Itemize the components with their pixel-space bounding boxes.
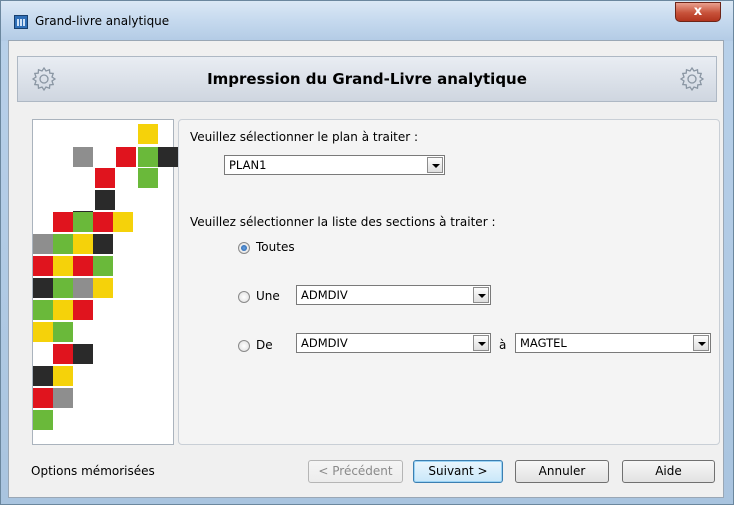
radio-all-label: Toutes <box>256 240 295 254</box>
app-icon <box>14 15 28 29</box>
range-to-value: MAGTEL <box>520 336 567 350</box>
mosaic-square <box>73 300 93 320</box>
plan-label: Veuillez sélectionner le plan à traiter … <box>190 130 419 144</box>
mosaic-square <box>33 410 53 430</box>
mosaic-square <box>73 278 93 298</box>
mosaic-square <box>116 147 136 167</box>
mosaic-square <box>33 278 53 298</box>
chevron-down-icon[interactable] <box>427 157 443 173</box>
range-to-label: à <box>499 338 507 352</box>
decorative-logo-panel <box>32 119 178 445</box>
close-button[interactable]: x <box>675 2 721 22</box>
mosaic-square <box>158 147 178 167</box>
title-bar[interactable]: Grand-livre analytique x <box>1 1 733 41</box>
window-title: Grand-livre analytique <box>35 14 170 28</box>
radio-range-label: De <box>256 338 273 352</box>
chevron-down-icon[interactable] <box>473 335 489 351</box>
mosaic-square <box>93 212 113 232</box>
mosaic-square <box>73 212 93 232</box>
mosaic-square <box>73 256 93 276</box>
range-from-value: ADMDIV <box>301 336 348 350</box>
mosaic-square <box>53 366 73 386</box>
sections-label: Veuillez sélectionner la liste des secti… <box>190 215 496 229</box>
mosaic-square <box>53 234 73 254</box>
radio-range-sections[interactable] <box>238 340 250 352</box>
range-to-select[interactable]: MAGTEL <box>515 333 711 353</box>
mosaic-square <box>53 300 73 320</box>
mosaic-square <box>138 168 158 188</box>
mosaic-square <box>33 388 53 408</box>
mosaic-square <box>93 256 113 276</box>
wizard-header: Impression du Grand-Livre analytique <box>17 56 717 102</box>
mosaic-square <box>33 300 53 320</box>
radio-one-section[interactable] <box>238 291 250 303</box>
mosaic-square <box>73 147 93 167</box>
section-select-value: ADMDIV <box>301 288 348 302</box>
cancel-button[interactable]: Annuler <box>515 460 609 483</box>
plan-select-value: PLAN1 <box>229 158 267 172</box>
previous-button[interactable]: < Précédent <box>308 460 403 483</box>
mosaic-square <box>95 168 115 188</box>
mosaic-square <box>53 278 73 298</box>
mosaic-square <box>53 322 73 342</box>
range-from-select[interactable]: ADMDIV <box>296 333 491 353</box>
close-icon: x <box>693 4 703 19</box>
mosaic-square <box>73 344 93 364</box>
page-title: Impression du Grand-Livre analytique <box>207 70 527 88</box>
gear-icon <box>679 66 705 92</box>
mosaic-square <box>138 147 158 167</box>
help-button[interactable]: Aide <box>622 460 715 483</box>
chevron-down-icon[interactable] <box>693 335 709 351</box>
mosaic-square <box>33 366 53 386</box>
mosaic-square <box>33 256 53 276</box>
mosaic-square <box>93 234 113 254</box>
mosaic-square <box>53 344 73 364</box>
mosaic-square <box>138 124 158 144</box>
chevron-down-icon[interactable] <box>473 287 489 303</box>
radio-all-sections[interactable] <box>238 242 250 254</box>
next-button[interactable]: Suivant > <box>413 460 503 483</box>
plan-select[interactable]: PLAN1 <box>224 155 445 175</box>
section-select[interactable]: ADMDIV <box>296 285 491 305</box>
mosaic-square <box>33 234 53 254</box>
mosaic-square <box>95 190 115 210</box>
mosaic-square <box>93 278 113 298</box>
mosaic-square <box>53 212 73 232</box>
mosaic-square <box>113 212 133 232</box>
mosaic-square <box>53 388 73 408</box>
memorized-options-label: Options mémorisées <box>31 464 155 478</box>
mosaic-square <box>33 322 53 342</box>
radio-one-label: Une <box>256 289 280 303</box>
mosaic-square <box>73 234 93 254</box>
mosaic-square <box>53 256 73 276</box>
